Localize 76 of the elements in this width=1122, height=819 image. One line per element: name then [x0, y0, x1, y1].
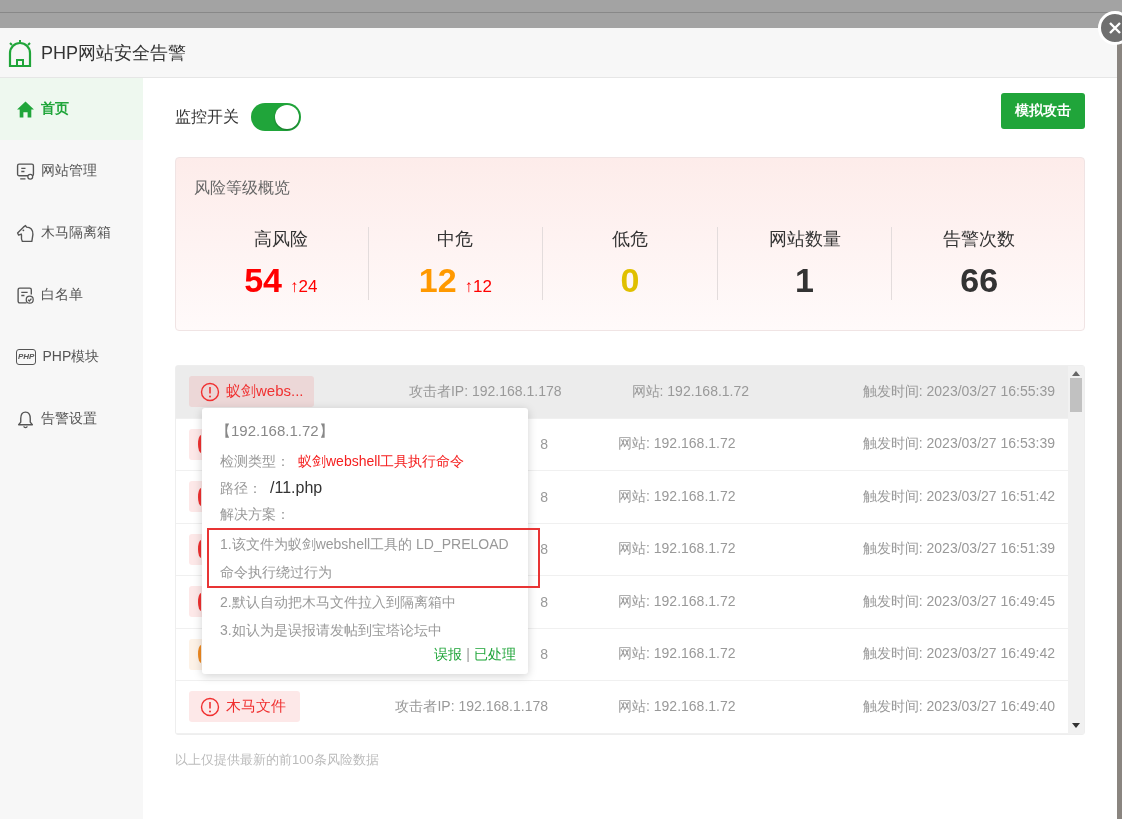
stat-increase: ↑24	[290, 277, 318, 297]
risk-tag[interactable]: 蚁剑webs...	[189, 376, 314, 408]
site-address: 网站: 192.168.1.72	[618, 697, 736, 716]
stat-value: 12	[418, 261, 457, 300]
stat-value: 0	[620, 261, 640, 300]
trigger-time: 触发时间: 2023/03/27 16:55:39	[862, 382, 1055, 401]
sidebar-item[interactable]: 木马隔离箱	[0, 202, 143, 264]
attacker-ip: 8	[540, 593, 548, 610]
scroll-up-icon[interactable]	[1072, 370, 1080, 376]
sidebar-item[interactable]: 告警设置	[0, 388, 143, 450]
window-title: PHP网站安全告警	[41, 41, 186, 65]
stat-label: 高风险	[253, 228, 308, 251]
sidebar-item[interactable]: 白名单	[0, 264, 143, 326]
alert-row[interactable]: 8 网站: 192.168.1.72 触发时间: 2023/03/27 16:51:42	[527, 471, 1068, 523]
site-address: 网站: 192.168.1.72	[618, 592, 736, 611]
site-address: 网站: 192.168.1.72	[618, 645, 736, 664]
horse-icon	[16, 223, 35, 243]
solution-step: 3.如认为是误报请发帖到宝塔论坛中	[220, 616, 514, 644]
trigger-time: 触发时间: 2023/03/27 16:49:42	[862, 645, 1055, 664]
stat-label: 告警次数	[943, 228, 1016, 251]
attacker-ip: 8	[540, 541, 548, 558]
alert-row[interactable]: 8 网站: 192.168.1.72 触发时间: 2023/03/27 16:51:39	[527, 523, 1068, 575]
field-label: 检测类型：	[220, 453, 290, 471]
field-label: 解决方案：	[220, 506, 291, 524]
site-address: 网站: 192.168.1.72	[618, 487, 736, 506]
field-label: 路径：	[220, 480, 262, 498]
footer-note: 以上仅提供最新的前100条风险数据	[175, 751, 380, 769]
trigger-time: 触发时间: 2023/03/27 16:49:40	[862, 697, 1055, 716]
stat-label: 网站数量	[768, 228, 841, 251]
alert-row[interactable]: 攻击者IP: 192.168.1.178 网站: 192.168.1.72 触发时间: 2023/03/27 16:49:40	[300, 681, 1068, 733]
monitor-toggle[interactable]	[251, 103, 301, 131]
separator: |	[466, 646, 470, 664]
attacker-ip: 8	[540, 436, 548, 453]
handled-link[interactable]: 已处理	[474, 646, 516, 664]
card-title: 风险等级概览	[194, 178, 291, 198]
switch-label: 监控开关	[175, 106, 239, 127]
php-icon: PHP	[16, 349, 37, 365]
false-report-link[interactable]: 误报	[434, 646, 463, 664]
sidebar-item[interactable]: PHP PHP模块	[0, 326, 143, 388]
site-address: 网站: 192.168.1.72	[618, 540, 736, 559]
document-check-icon	[16, 285, 35, 305]
alert-row[interactable]: 8 网站: 192.168.1.72 触发时间: 2023/03/27 16:53:39	[527, 418, 1068, 470]
site-address: 网站: 192.168.1.72	[631, 382, 750, 401]
bell-icon	[16, 409, 35, 429]
detection-type: 蚁剑webshell工具执行命令	[298, 453, 465, 471]
attacker-ip: 攻击者IP: 192.168.1.178	[395, 697, 548, 716]
stat-value: 66	[960, 261, 999, 300]
attacker-ip: 8	[540, 646, 548, 663]
trigger-time: 触发时间: 2023/03/27 16:49:45	[862, 592, 1055, 611]
scroll-down-icon[interactable]	[1072, 723, 1080, 729]
solution-step: 2.默认自动把木马文件拉入到隔离箱中	[220, 588, 514, 616]
scroll-thumb[interactable]	[1070, 378, 1082, 412]
alarm-logo-icon	[7, 38, 33, 67]
site-address: 网站: 192.168.1.72	[618, 435, 736, 454]
alert-row[interactable]: 8 网站: 192.168.1.72 触发时间: 2023/03/27 16:49:42	[527, 628, 1068, 680]
sidebar-item[interactable]: 首页	[0, 78, 143, 140]
attacker-ip: 8	[540, 488, 548, 505]
trigger-time: 触发时间: 2023/03/27 16:51:42	[862, 487, 1055, 506]
monitor-icon	[16, 161, 35, 181]
trigger-time: 触发时间: 2023/03/27 16:51:39	[862, 540, 1055, 559]
risk-tag[interactable]: 木马文件	[189, 691, 300, 723]
popup-title: 【192.168.1.72】	[216, 422, 335, 441]
stat-label: 中危	[437, 228, 474, 251]
stat-increase: ↑12	[464, 277, 492, 297]
alert-row[interactable]: 8 网站: 192.168.1.72 触发时间: 2023/03/27 16:49:45	[527, 576, 1068, 628]
stat-label: 低危	[612, 228, 648, 251]
stat-value: 1	[795, 261, 815, 300]
file-path: /11.php	[270, 479, 323, 497]
trigger-time: 触发时间: 2023/03/27 16:53:39	[862, 435, 1055, 454]
scrollbar[interactable]	[1068, 366, 1084, 734]
home-icon	[16, 99, 35, 119]
simulate-attack-button[interactable]: 模拟攻击	[1001, 93, 1085, 129]
stat-value: 54	[244, 261, 282, 300]
solution-step: 1.该文件为蚁剑webshell工具的 LD_PRELOAD 命令执行绕过行为	[220, 530, 514, 586]
sidebar-item[interactable]: 网站管理	[0, 140, 143, 202]
attacker-ip: 攻击者IP: 192.168.1.178	[409, 382, 562, 401]
